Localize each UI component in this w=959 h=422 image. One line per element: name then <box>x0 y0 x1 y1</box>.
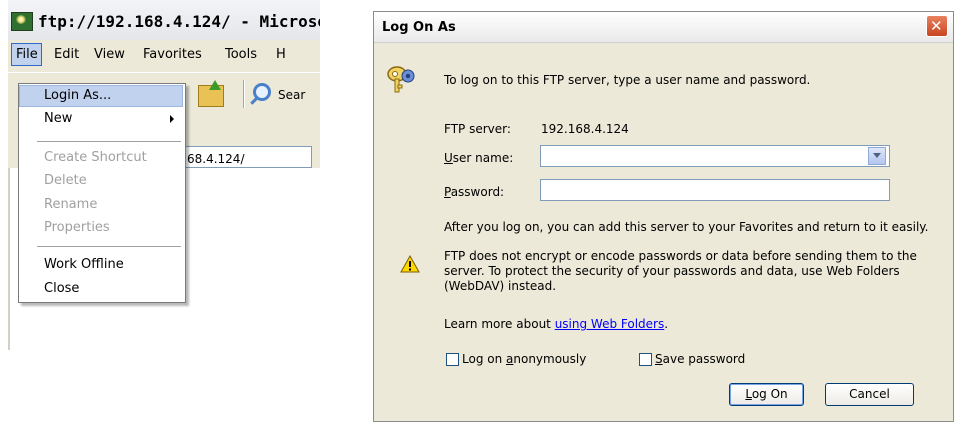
ftp-server-label: FTP server: <box>444 122 511 136</box>
menu-file[interactable]: File <box>16 47 38 62</box>
anonymous-checkbox[interactable] <box>446 353 459 366</box>
intro-text: To log on to this FTP server, type a use… <box>444 73 811 87</box>
password-input[interactable] <box>540 179 890 201</box>
menu-item-rename: Rename <box>44 197 98 212</box>
dialog-titlebar: Log On As ✕ <box>374 12 953 43</box>
username-dropdown-button[interactable] <box>868 147 886 165</box>
menu-item-work-offline[interactable]: Work Offline <box>19 254 183 276</box>
username-label: User name: <box>444 151 514 165</box>
password-label: Password: <box>444 185 505 199</box>
warning-line-2: server. To protect the security of your … <box>444 264 900 278</box>
menu-item-close[interactable]: Close <box>19 278 183 300</box>
warning-line-3: (WebDAV) instead. <box>444 279 557 293</box>
window-titlebar: ftp://192.168.4.124/ - Microsof <box>8 0 320 40</box>
logon-dialog: Log On As ✕ To log on to this FTP server… <box>373 11 954 422</box>
menu-item-properties: Properties <box>44 220 110 235</box>
menu-separator <box>37 141 181 142</box>
search-icon[interactable] <box>253 83 271 101</box>
menu-edit[interactable]: Edit <box>54 47 79 62</box>
key-icon <box>387 66 415 93</box>
menu-item-login-as[interactable]: Login As... <box>19 85 183 107</box>
menu-item-new[interactable]: New <box>19 108 183 130</box>
menu-item-new-label: New <box>44 111 73 126</box>
window-title: ftp://192.168.4.124/ - Microsof <box>38 12 320 31</box>
warning-line-1: FTP does not encrypt or encode passwords… <box>444 249 917 263</box>
menu-tools[interactable]: Tools <box>225 47 257 62</box>
cancel-button[interactable]: Cancel <box>825 383 914 406</box>
close-icon: ✕ <box>930 17 943 35</box>
menu-item-delete: Delete <box>44 173 87 188</box>
menu-view[interactable]: View <box>94 47 125 62</box>
favorites-note: After you log on, you can add this serve… <box>444 220 929 234</box>
menu-separator <box>37 246 181 247</box>
save-password-label[interactable]: Save password <box>655 352 745 366</box>
logon-button[interactable]: Log On <box>729 383 804 406</box>
menu-item-create-shortcut: Create Shortcut <box>44 150 147 165</box>
menu-help[interactable]: H <box>276 47 286 62</box>
toolbar-separator <box>243 80 244 108</box>
search-button-label[interactable]: Sear <box>278 88 305 102</box>
menu-favorites[interactable]: Favorites <box>143 47 202 62</box>
address-text: 68.4.124/ <box>187 152 245 166</box>
menubar: File Edit View Favorites Tools H <box>8 40 320 70</box>
file-menu: Login As... New Create Shortcut Delete R… <box>18 83 186 303</box>
warning-icon <box>400 255 420 273</box>
learn-more-text: Learn more about using Web Folders. <box>444 317 669 331</box>
username-combobox[interactable] <box>540 145 890 167</box>
dialog-title: Log On As <box>382 20 456 35</box>
submenu-arrow-icon <box>170 115 174 123</box>
anonymous-label[interactable]: Log on anonymously <box>462 352 586 366</box>
using-web-folders-link[interactable]: using Web Folders <box>555 317 665 331</box>
save-password-checkbox[interactable] <box>639 353 652 366</box>
close-button[interactable]: ✕ <box>926 15 948 37</box>
up-folder-icon[interactable] <box>198 80 224 107</box>
ftp-server-value: 192.168.4.124 <box>541 122 629 136</box>
ie-globe-icon <box>11 12 33 31</box>
